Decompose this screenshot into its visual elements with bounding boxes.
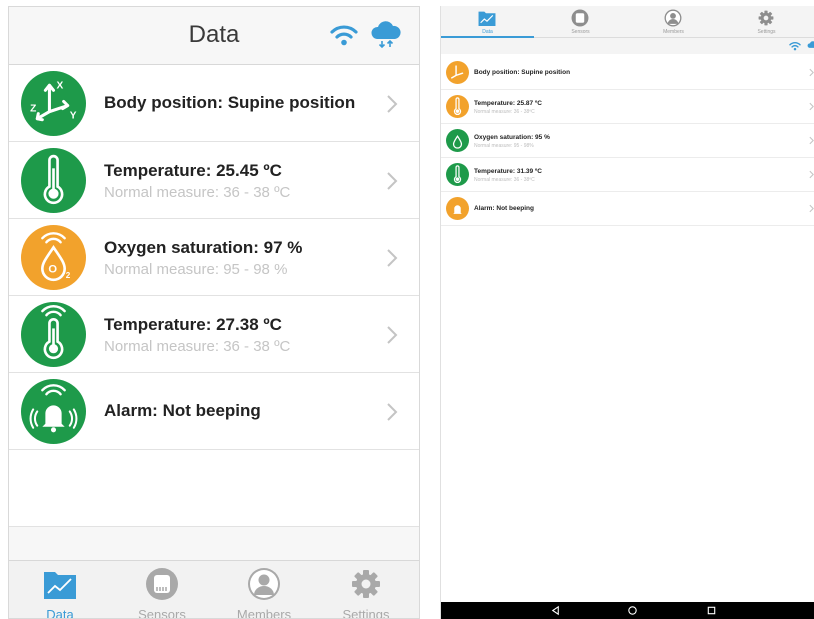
- phone-header: Data: [9, 7, 419, 65]
- row-subtitle: Normal measure: 36 - 38ºC: [474, 109, 535, 115]
- list-item[interactable]: Body position: Supine position: [441, 56, 814, 90]
- chart-folder-icon: [44, 572, 76, 599]
- list-item[interactable]: X Z Y Body position: Supine position: [9, 65, 419, 142]
- chevron-right-icon: [387, 403, 398, 421]
- row-title: Temperature: 31.39 ºC: [474, 168, 543, 175]
- tab-sensors[interactable]: Sensors: [111, 561, 213, 619]
- person-icon: [248, 568, 280, 600]
- tab-data[interactable]: Data: [9, 561, 111, 619]
- row-title: Temperature: 25.87 ºC: [474, 100, 543, 107]
- row-title: Body position: Supine position: [474, 69, 571, 76]
- row-title: Alarm: Not beeping: [104, 401, 261, 420]
- row-title: Alarm: Not beeping: [474, 205, 534, 212]
- thermometer-icon: [446, 95, 469, 118]
- list-item[interactable]: Temperature: 27.38 ºC Normal measure: 36…: [9, 296, 419, 373]
- row-subtitle: Normal measure: 95 - 98%: [474, 143, 534, 149]
- tab-settings[interactable]: Settings: [720, 6, 813, 38]
- svg-text:X: X: [57, 80, 64, 91]
- chevron-right-icon: [387, 95, 398, 113]
- svg-text:2: 2: [66, 271, 71, 280]
- bell-icon: [446, 197, 469, 220]
- data-list: Body position: Supine position Temperatu…: [441, 56, 814, 226]
- screenshot-stage: Data X Z Y Body position: Supine positio…: [0, 0, 814, 619]
- wifi-icon: [789, 41, 801, 51]
- tab-bar: Data Sensors Members Settings: [9, 560, 419, 619]
- tab-label: Data: [46, 607, 74, 619]
- list-item[interactable]: Temperature: 25.87 ºC Normal measure: 36…: [441, 90, 814, 124]
- tab-label: Settings: [757, 29, 776, 35]
- home-icon[interactable]: [627, 605, 638, 616]
- tab-label: Members: [236, 607, 292, 619]
- list-item[interactable]: Alarm: Not beeping: [441, 192, 814, 226]
- row-title: Oxygen saturation: 95 %: [474, 134, 550, 141]
- chevron-right-icon: [809, 102, 814, 111]
- phone-screen: Data X Z Y Body position: Supine positio…: [8, 6, 420, 619]
- axes-icon: [446, 61, 469, 84]
- tab-members[interactable]: Members: [627, 6, 720, 38]
- row-title: Temperature: 27.38 ºC: [104, 315, 282, 334]
- list-item[interactable]: Alarm: Not beeping: [9, 373, 419, 450]
- thermometer-icon: [446, 163, 469, 186]
- recents-icon[interactable]: [706, 605, 717, 616]
- tab-members[interactable]: Members: [213, 561, 315, 619]
- svg-text:Z: Z: [30, 104, 36, 115]
- cloud-sync-icon[interactable]: [370, 19, 402, 49]
- row-subtitle: Normal measure: 36 - 38ºC: [474, 177, 535, 183]
- sensor-icon: [571, 9, 589, 27]
- wifi-icon: [330, 25, 358, 46]
- tablet-screen: Data Sensors Members Settings Body posit…: [440, 6, 814, 619]
- oxygen-drop-icon: O 2: [21, 225, 86, 290]
- tab-settings[interactable]: Settings: [315, 561, 417, 619]
- list-item[interactable]: Temperature: 25.45 ºC Normal measure: 36…: [9, 142, 419, 219]
- gear-icon: [758, 10, 774, 26]
- tab-data[interactable]: Data: [441, 6, 534, 38]
- tab-label: Settings: [342, 607, 390, 619]
- svg-text:Y: Y: [70, 111, 77, 122]
- chevron-right-icon: [809, 136, 814, 145]
- list-item[interactable]: Temperature: 31.39 ºC Normal measure: 36…: [441, 158, 814, 192]
- chevron-right-icon: [809, 68, 814, 77]
- sensor-icon: [146, 568, 178, 600]
- chevron-right-icon: [387, 172, 398, 190]
- tab-label: Members: [663, 29, 684, 35]
- person-icon: [664, 9, 682, 27]
- bell-icon: [21, 379, 86, 444]
- android-nav-bar: [441, 602, 814, 619]
- row-subtitle: Normal measure: 36 - 38 ºC: [104, 184, 291, 201]
- data-list: X Z Y Body position: Supine position Tem…: [9, 65, 419, 450]
- chevron-right-icon: [809, 170, 814, 179]
- gear-icon: [352, 570, 380, 598]
- chevron-right-icon: [387, 326, 398, 344]
- thermometer-wireless-icon: [21, 302, 86, 367]
- row-title: Oxygen saturation: 97 %: [104, 238, 303, 257]
- oxygen-drop-icon: [446, 129, 469, 152]
- row-title: Body position: Supine position: [104, 93, 356, 112]
- tablet-tab-bar: Data Sensors Members Settings: [441, 6, 814, 38]
- empty-row: [9, 450, 419, 527]
- tab-label: Sensors: [571, 29, 590, 35]
- tablet-status-bar: [441, 38, 814, 54]
- chevron-right-icon: [387, 249, 398, 267]
- tab-sensors[interactable]: Sensors: [534, 6, 627, 38]
- row-title: Temperature: 25.45 ºC: [104, 161, 282, 180]
- back-icon[interactable]: [550, 605, 561, 616]
- list-item[interactable]: O 2 Oxygen saturation: 97 % Normal measu…: [9, 219, 419, 296]
- axes-icon: X Z Y: [21, 71, 86, 136]
- tab-label: Sensors: [138, 607, 186, 619]
- row-subtitle: Normal measure: 95 - 98 %: [104, 261, 288, 278]
- cloud-sync-icon[interactable]: [807, 40, 814, 52]
- list-item[interactable]: Oxygen saturation: 95 % Normal measure: …: [441, 124, 814, 158]
- chevron-right-icon: [809, 204, 814, 213]
- tab-label: Data: [482, 29, 493, 35]
- thermometer-icon: [21, 148, 86, 213]
- chart-folder-icon: [478, 11, 496, 26]
- row-subtitle: Normal measure: 36 - 38 ºC: [104, 338, 291, 355]
- svg-text:O: O: [48, 264, 57, 276]
